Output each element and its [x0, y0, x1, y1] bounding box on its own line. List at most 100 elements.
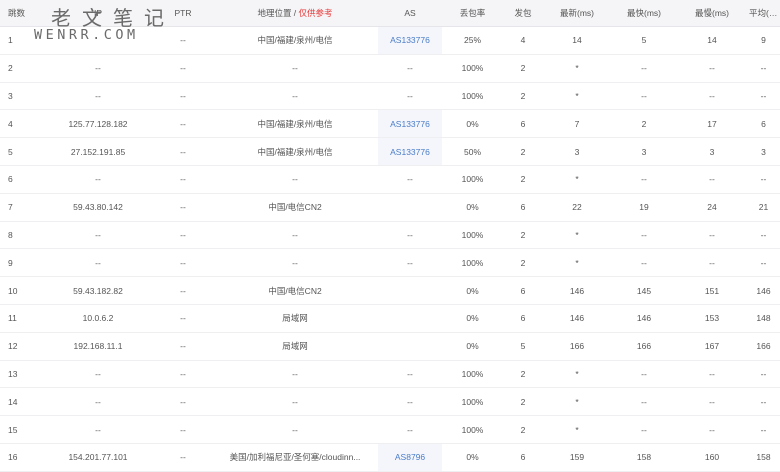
cell-best: 145 [611, 276, 677, 305]
cell-last: 159 [543, 443, 611, 472]
cell-loss: 0% [442, 193, 503, 222]
cell-avg: 148 [747, 304, 780, 333]
cell-last: * [543, 360, 611, 389]
header-ptr: PTR [154, 0, 212, 27]
cell-sent: 2 [503, 415, 543, 444]
as-link[interactable]: AS133776 [390, 119, 430, 129]
cell-hop: 4 [0, 109, 42, 139]
cell-worst: 14 [677, 26, 747, 55]
cell-last: 146 [543, 304, 611, 333]
cell-best: -- [611, 221, 677, 250]
cell-last: * [543, 82, 611, 111]
cell-last: * [543, 54, 611, 83]
cell-hop: 16 [0, 443, 42, 472]
cell-last: * [543, 221, 611, 250]
cell-best: 3 [611, 137, 677, 166]
cell-worst: -- [677, 165, 747, 194]
cell-best: -- [611, 387, 677, 417]
table-row: 5 27.152.191.85 -- 中国/福建/泉州/电信 AS133776 50% 2 3… [0, 137, 780, 166]
as-link[interactable]: AS133776 [390, 35, 430, 45]
cell-avg: 21 [747, 193, 780, 222]
cell-best: 5 [611, 26, 677, 55]
cell-loss: 100% [442, 221, 503, 250]
cell-avg: 166 [747, 332, 780, 361]
header-avg: 平均(ms) [747, 0, 780, 27]
cell-sent: 2 [503, 221, 543, 250]
cell-worst: 167 [677, 332, 747, 361]
cell-geo: -- [212, 248, 378, 278]
cell-sent: 6 [503, 276, 543, 305]
cell-loss: 100% [442, 415, 503, 444]
cell-loss: 50% [442, 137, 503, 166]
cell-as: -- [378, 54, 442, 83]
cell-hop: 10 [0, 276, 42, 305]
cell-ip: 192.168.11.1 [42, 332, 154, 361]
cell-ptr: -- [154, 387, 212, 417]
cell-ip: -- [42, 82, 154, 111]
cell-worst: 153 [677, 304, 747, 333]
table-row: 10 59.43.182.82 -- 中国/电信CN2 0% 6 146 145 151 146 [0, 276, 780, 305]
table-row: 12 192.168.11.1 -- 局域网 0% 5 166 166 167 166 [0, 332, 780, 361]
cell-ip: 27.152.191.85 [42, 137, 154, 166]
cell-ip: 10.0.6.2 [42, 304, 154, 333]
header-geo-note: 仅供参考 [298, 8, 333, 18]
cell-hop: 7 [0, 193, 42, 222]
cell-hop: 9 [0, 248, 42, 278]
cell-avg: 3 [747, 137, 780, 166]
cell-hop: 1 [0, 26, 42, 55]
cell-best: -- [611, 54, 677, 83]
as-value: -- [407, 174, 413, 185]
cell-loss: 100% [442, 387, 503, 417]
cell-worst: 160 [677, 443, 747, 472]
cell-as [378, 304, 442, 333]
cell-sent: 2 [503, 248, 543, 278]
table-row: 9 -- -- -- -- 100% 2 * -- -- -- [0, 248, 780, 278]
table-row: 1 -- 中国/福建/泉州/电信 AS133776 25% 4 14 5 14 9 [0, 26, 780, 55]
header-worst: 最慢(ms) [677, 0, 747, 27]
cell-geo: 中国/福建/泉州/电信 [212, 137, 378, 166]
cell-geo: -- [212, 82, 378, 111]
as-value: -- [407, 396, 413, 407]
cell-avg: -- [747, 54, 780, 83]
cell-sent: 4 [503, 26, 543, 55]
cell-avg: 146 [747, 276, 780, 305]
cell-ptr: -- [154, 193, 212, 222]
cell-worst: -- [677, 415, 747, 444]
cell-hop: 14 [0, 387, 42, 417]
cell-best: -- [611, 248, 677, 278]
cell-as: -- [378, 360, 442, 389]
cell-worst: -- [677, 82, 747, 111]
header-ip: IP [42, 0, 154, 27]
cell-worst: -- [677, 221, 747, 250]
cell-geo: 中国/福建/泉州/电信 [212, 26, 378, 55]
cell-as [378, 276, 442, 305]
cell-sent: 2 [503, 360, 543, 389]
table-row: 16 154.201.77.101 -- 美国/加利福尼亚/圣何塞/cloudinn.… [0, 443, 780, 472]
header-loss: 丢包率 [442, 0, 503, 27]
cell-last: 3 [543, 137, 611, 166]
cell-loss: 100% [442, 165, 503, 194]
table-row: 3 -- -- -- -- 100% 2 * -- -- -- [0, 82, 780, 111]
cell-loss: 100% [442, 82, 503, 111]
table-row: 11 10.0.6.2 -- 局域网 0% 6 146 146 153 148 [0, 304, 780, 333]
cell-worst: -- [677, 54, 747, 83]
cell-best: 2 [611, 109, 677, 139]
as-link[interactable]: AS133776 [390, 147, 430, 157]
cell-geo: 中国/福建/泉州/电信 [212, 109, 378, 139]
cell-best: 146 [611, 304, 677, 333]
cell-loss: 0% [442, 332, 503, 361]
cell-as: -- [378, 221, 442, 250]
header-sent: 发包 [503, 0, 543, 27]
cell-loss: 100% [442, 54, 503, 83]
cell-last: * [543, 387, 611, 417]
cell-ptr: -- [154, 82, 212, 111]
table-row: 2 -- -- -- -- 100% 2 * -- -- -- [0, 54, 780, 83]
cell-ptr: -- [154, 360, 212, 389]
cell-best: -- [611, 82, 677, 111]
cell-ip [42, 26, 154, 55]
cell-hop: 2 [0, 54, 42, 83]
cell-last: 146 [543, 276, 611, 305]
cell-last: 166 [543, 332, 611, 361]
cell-loss: 0% [442, 443, 503, 472]
cell-as: AS133776 [378, 137, 442, 166]
